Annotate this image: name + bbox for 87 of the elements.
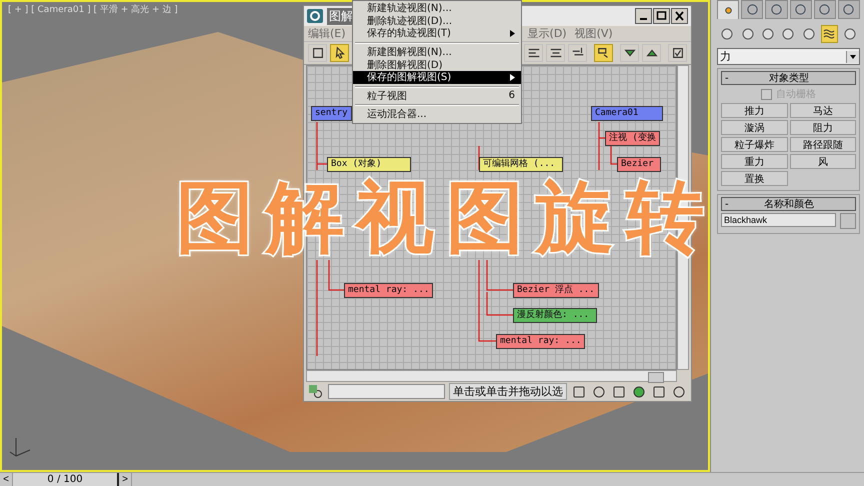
schematic-node[interactable]: Bezier 浮点 ... <box>513 283 599 298</box>
frame-counter[interactable]: 0 / 100 <box>13 473 119 486</box>
object-type-button[interactable]: 阻力 <box>790 120 856 135</box>
submenu-arrow-icon <box>510 74 515 81</box>
status-text: 单击或单击并拖动以选 <box>449 383 567 400</box>
toolbar-button[interactable] <box>620 44 639 62</box>
schematic-node[interactable]: sentry <box>311 106 352 121</box>
toolbar-button[interactable] <box>642 44 661 62</box>
sphere-icon <box>721 28 734 40</box>
collapse-sign: - <box>724 198 730 210</box>
object-type-button[interactable]: 置换 <box>721 171 788 186</box>
object-type-button[interactable]: 重力 <box>721 154 788 169</box>
schematic-node[interactable]: 可编辑网格 (... <box>479 157 563 172</box>
scroll-thumb[interactable] <box>648 372 664 383</box>
panel-tab[interactable] <box>717 0 740 19</box>
close-icon[interactable] <box>671 8 688 24</box>
object-type-button[interactable]: 推力 <box>721 103 788 118</box>
rollout-header[interactable]: - 名称和颜色 <box>721 197 856 211</box>
submenu-arrow-icon <box>510 30 515 37</box>
toolbar-icon <box>548 46 562 60</box>
search-field[interactable] <box>328 384 445 399</box>
rollout-title: 对象类型 <box>768 72 810 85</box>
toolbar-button[interactable] <box>308 44 327 62</box>
panel-tab[interactable] <box>790 0 812 19</box>
toolbar-icon <box>526 46 540 60</box>
connector-line <box>478 146 480 170</box>
option-label: 删除轨迹视图(D)... <box>367 14 454 28</box>
menu-option[interactable]: 删除轨迹视图(D)... <box>353 14 521 28</box>
schematic-node[interactable]: Bezier <box>617 157 661 172</box>
menu-item[interactable]: 视图(V) <box>574 26 613 41</box>
menu-option[interactable]: 粒子视图 6 <box>353 90 521 102</box>
option-label: 新建图解视图(N)... <box>367 46 453 60</box>
connector-line <box>328 260 344 291</box>
menu-option[interactable]: 新建图解视图(N)... <box>353 46 521 58</box>
toolbar-button[interactable] <box>524 44 543 62</box>
toolbar-button[interactable] <box>568 44 587 62</box>
option-label: 粒子视图 <box>367 90 408 103</box>
menu-item[interactable]: 显示(D) <box>528 26 567 41</box>
zoom-search-icon[interactable] <box>308 384 324 400</box>
schematic-node[interactable]: 漫反射颜色: ... <box>513 308 597 323</box>
menu-option[interactable]: 保存的轨迹视图(T) <box>353 27 521 40</box>
connector-line <box>610 146 617 165</box>
app-logo-icon <box>307 9 323 23</box>
toolbar-button[interactable] <box>330 44 349 62</box>
horizontal-scrollbar[interactable] <box>306 370 677 382</box>
option-label: 保存的图解视图(S) <box>367 70 452 84</box>
category-button[interactable] <box>821 25 838 43</box>
object-type-button[interactable]: 马达 <box>790 103 856 118</box>
collapse-sign: - <box>724 72 730 84</box>
panel-tab[interactable] <box>814 0 836 19</box>
option-label: 运动混合器... <box>367 108 428 122</box>
maximize-icon[interactable] <box>653 8 670 24</box>
object-type-button[interactable]: 风 <box>790 154 856 169</box>
object-type-button[interactable]: 粒子爆炸 <box>721 137 788 152</box>
toolbar-icon <box>670 46 684 60</box>
panel-tab[interactable] <box>765 0 788 19</box>
wave-icon <box>823 28 836 40</box>
axis-tripod-icon <box>8 436 32 458</box>
option-label: 保存的轨迹视图(T) <box>367 26 452 40</box>
schematic-node[interactable]: mental ray: ... <box>496 334 586 349</box>
toolbar-button[interactable] <box>594 44 613 62</box>
menu-option[interactable]: 删除图解视图(D) <box>353 58 521 71</box>
menu-option[interactable]: 保存的图解视图(S) <box>353 70 521 84</box>
shortcut-text: 6 <box>508 90 515 102</box>
option-label: 新建轨迹视图(N)... <box>367 2 453 16</box>
toolbar-button[interactable] <box>668 44 687 62</box>
minimize-icon[interactable] <box>635 8 652 24</box>
option-label: 删除图解视图(D) <box>367 58 444 72</box>
object-type-button[interactable]: 路径跟随 <box>790 137 856 152</box>
panel-tab[interactable] <box>838 0 860 19</box>
toolbar-button[interactable] <box>546 44 565 62</box>
schematic-node[interactable]: 注视 (变换 <box>605 131 660 146</box>
category-dropdown[interactable]: 力 <box>717 48 860 65</box>
menu-option[interactable]: 新建轨迹视图(N)... <box>353 2 521 15</box>
object-type-button[interactable]: 漩涡 <box>721 120 788 135</box>
toolbar-icon <box>596 46 610 60</box>
schematic-node[interactable]: mental ray: ... <box>344 283 434 298</box>
schematic-node[interactable]: Box (对象) <box>327 157 411 172</box>
menu-option[interactable]: 运动混合器... <box>353 108 521 121</box>
schematic-node[interactable]: Camera01 <box>591 106 663 121</box>
rollout-title: 名称和颜色 <box>763 198 815 211</box>
color-swatch[interactable] <box>840 213 856 229</box>
toolbar-icon <box>310 46 324 60</box>
menu-item[interactable]: 编辑(E) <box>308 26 346 41</box>
panel-tab[interactable] <box>741 0 764 19</box>
rollout-header[interactable]: - 对象类型 <box>721 71 856 85</box>
name-field[interactable]: Blackhawk <box>721 213 836 227</box>
